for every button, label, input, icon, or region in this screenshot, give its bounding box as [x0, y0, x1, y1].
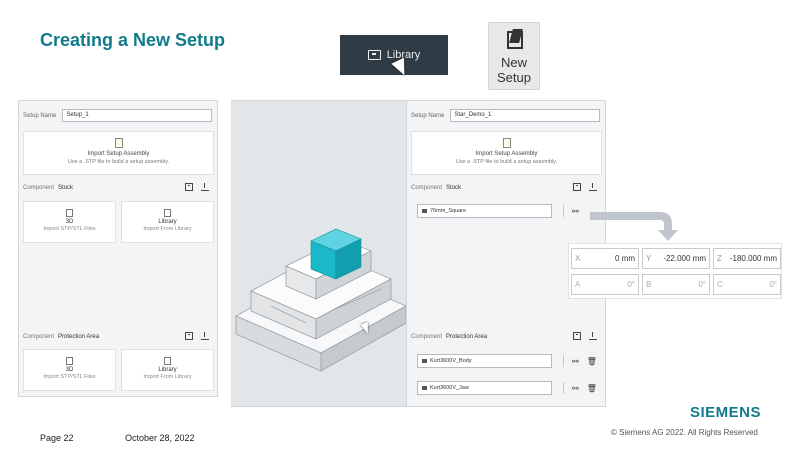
tile-title: Library: [158, 219, 177, 225]
stp-file-icon: [114, 138, 123, 148]
import-setup-assembly[interactable]: Import Setup Assembly Use a .STP file to…: [411, 131, 602, 175]
siemens-logo: SIEMENS: [690, 404, 762, 421]
x-field[interactable]: X 0 mm: [571, 248, 639, 269]
download-icon[interactable]: [589, 332, 597, 340]
new-setup-icon: [507, 31, 523, 49]
tile-title: 3D: [65, 219, 74, 225]
import-sub: Use a .STP file to build a setup assembl…: [67, 159, 170, 165]
download-icon[interactable]: [589, 183, 597, 191]
tile-library-stock[interactable]: Library Import From Library: [121, 201, 214, 243]
download-icon[interactable]: [201, 332, 209, 340]
component-label: Component: [23, 334, 55, 340]
import-title: Import Setup Assembly: [475, 151, 538, 157]
setup-name-input[interactable]: Star_Demo_1: [450, 109, 601, 122]
component-label: Component: [411, 185, 443, 191]
c-field[interactable]: C 0°: [713, 274, 781, 295]
add-component-icon[interactable]: [573, 183, 581, 191]
stock-item-name: 76mm_Square: [430, 208, 467, 214]
stock-item-actions: ⚯: [563, 205, 579, 217]
setup-name-label: Setup Name: [23, 112, 57, 119]
setup-panel-empty: Setup Name Setup_1 Import Setup Assembly…: [18, 100, 218, 397]
stock-item-row[interactable]: 76mm_Square: [417, 204, 552, 218]
z-field[interactable]: Z -180.000 mm: [713, 248, 781, 269]
protection-item-row[interactable]: Kurt3600V_Body: [417, 354, 552, 368]
setup-name-label: Setup Name: [411, 112, 445, 119]
stp-file-icon: [66, 209, 73, 217]
protection-item-name: Kurt3600V_Body: [430, 358, 472, 364]
trash-icon[interactable]: 🗑: [587, 384, 597, 393]
add-component-icon[interactable]: [573, 332, 581, 340]
trash-icon[interactable]: 🗑: [587, 357, 597, 366]
protection-item-actions: ⚯ 🗑: [563, 382, 597, 394]
setup-name-input[interactable]: Setup_1: [62, 109, 213, 122]
part-icon: [422, 209, 427, 213]
protection-header: Component Protection Area: [407, 330, 605, 344]
vise-model: [235, 228, 407, 372]
a-field[interactable]: A 0°: [571, 274, 639, 295]
new-setup-label-2: Setup: [497, 70, 531, 85]
tile-3d-stock[interactable]: 3D Import STP/STL Files: [23, 201, 116, 243]
import-title: Import Setup Assembly: [87, 151, 150, 157]
tile-library-protection[interactable]: Library Import From Library: [121, 349, 214, 391]
protection-item-row[interactable]: Kurt3600V_Jaw: [417, 381, 552, 395]
part-icon: [422, 359, 427, 363]
b-field[interactable]: B 0°: [642, 274, 710, 295]
setup-name-row: Setup Name Setup_1: [23, 109, 213, 122]
stp-file-icon: [502, 138, 511, 148]
page-number: Page 22: [40, 433, 74, 443]
tile-title: 3D: [65, 367, 74, 373]
slide: Creating a New Setup Library New Setup S…: [0, 0, 800, 450]
component-label: Component: [23, 185, 55, 191]
protection-item-name: Kurt3600V_Jaw: [430, 385, 469, 391]
move-part-icon[interactable]: ⚯: [572, 384, 579, 393]
download-icon[interactable]: [201, 183, 209, 191]
tile-sub: Import From Library: [143, 374, 192, 380]
callout-arrow: [590, 212, 678, 241]
component-label: Component: [411, 334, 443, 340]
coordinate-panel: X 0 mm Y -22.000 mm Z -180.000 mm A 0° B…: [568, 243, 782, 299]
component-value: Stock: [446, 185, 462, 191]
protection-header: Component Protection Area: [19, 330, 217, 344]
download-icon: [164, 357, 171, 365]
move-part-icon[interactable]: ⚯: [572, 357, 579, 366]
library-box-icon: [367, 50, 381, 60]
setup-name-row: Setup Name Star_Demo_1: [411, 109, 601, 122]
component-value: Stock: [58, 185, 74, 191]
slide-date: October 28, 2022: [125, 433, 195, 443]
import-sub: Use a .STP file to build a setup assembl…: [455, 159, 558, 165]
stock-header: Component Stock: [19, 181, 217, 195]
download-icon: [164, 209, 171, 217]
tile-3d-protection[interactable]: 3D Import STP/STL Files: [23, 349, 116, 391]
add-component-icon[interactable]: [185, 183, 193, 191]
tile-title: Library: [158, 367, 177, 373]
new-setup-button[interactable]: New Setup: [488, 22, 540, 90]
component-value: Protection Area: [58, 334, 100, 340]
slide-title: Creating a New Setup: [40, 30, 226, 50]
part-icon: [422, 386, 427, 390]
tile-sub: Import From Library: [143, 226, 192, 232]
stock-header: Component Stock: [407, 181, 605, 195]
new-setup-label-1: New: [500, 55, 527, 70]
move-part-icon[interactable]: ⚯: [572, 207, 579, 216]
protection-item-actions: ⚯ 🗑: [563, 355, 597, 367]
component-value: Protection Area: [446, 334, 488, 340]
y-field[interactable]: Y -22.000 mm: [642, 248, 710, 269]
tile-sub: Import STP/STL Files: [43, 374, 96, 380]
import-setup-assembly[interactable]: Import Setup Assembly Use a .STP file to…: [23, 131, 214, 175]
3d-viewport[interactable]: [231, 100, 407, 407]
tile-sub: Import STP/STL Files: [43, 226, 96, 232]
add-component-icon[interactable]: [185, 332, 193, 340]
copyright: © Siemens AG 2022. All Rights Reserved: [611, 428, 758, 437]
stp-file-icon: [66, 357, 73, 365]
